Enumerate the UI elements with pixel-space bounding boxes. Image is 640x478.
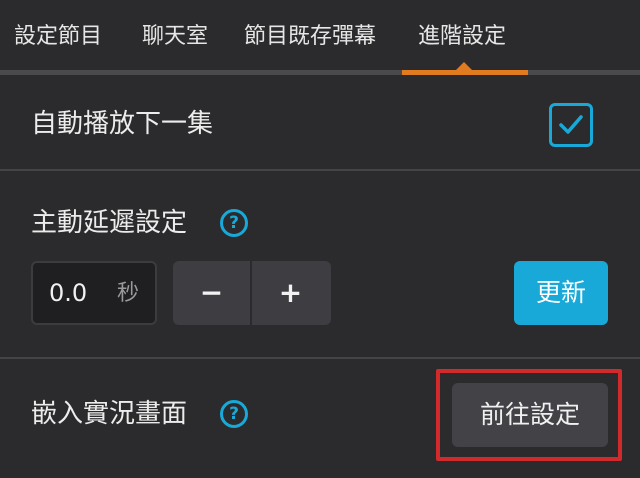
tab-chatroom[interactable]: 聊天室: [142, 22, 208, 52]
autoplay-label: 自動播放下一集: [31, 109, 214, 139]
delay-label: 主動延遲設定: [31, 208, 188, 238]
tab-bar: 設定節目 聊天室 節目既存彈幕 進階設定: [0, 0, 640, 76]
tab-advanced-settings[interactable]: 進階設定: [418, 22, 506, 52]
tab-saved-danmaku[interactable]: 節目既存彈幕: [244, 22, 376, 52]
update-button[interactable]: 更新: [514, 261, 608, 325]
delay-input[interactable]: 0.0 秒: [31, 261, 157, 325]
autoplay-checkbox[interactable]: [549, 103, 593, 147]
increase-button[interactable]: +: [252, 261, 329, 325]
embed-label: 嵌入實況畫面: [31, 399, 188, 429]
divider: [0, 357, 640, 359]
tab-bar-rule: [0, 70, 640, 75]
delay-stepper: − +: [173, 261, 331, 325]
delay-help-icon[interactable]: ?: [220, 209, 248, 237]
active-tab-indicator: [402, 70, 528, 75]
highlight-box: [436, 369, 622, 461]
active-tab-caret: [456, 62, 472, 70]
delay-unit: 秒: [117, 281, 140, 306]
check-icon: [559, 115, 583, 134]
embed-help-icon[interactable]: ?: [220, 400, 248, 428]
divider: [0, 169, 640, 171]
tab-program-settings[interactable]: 設定節目: [14, 22, 102, 52]
delay-value: 0.0: [49, 279, 88, 307]
decrease-button[interactable]: −: [173, 261, 250, 325]
